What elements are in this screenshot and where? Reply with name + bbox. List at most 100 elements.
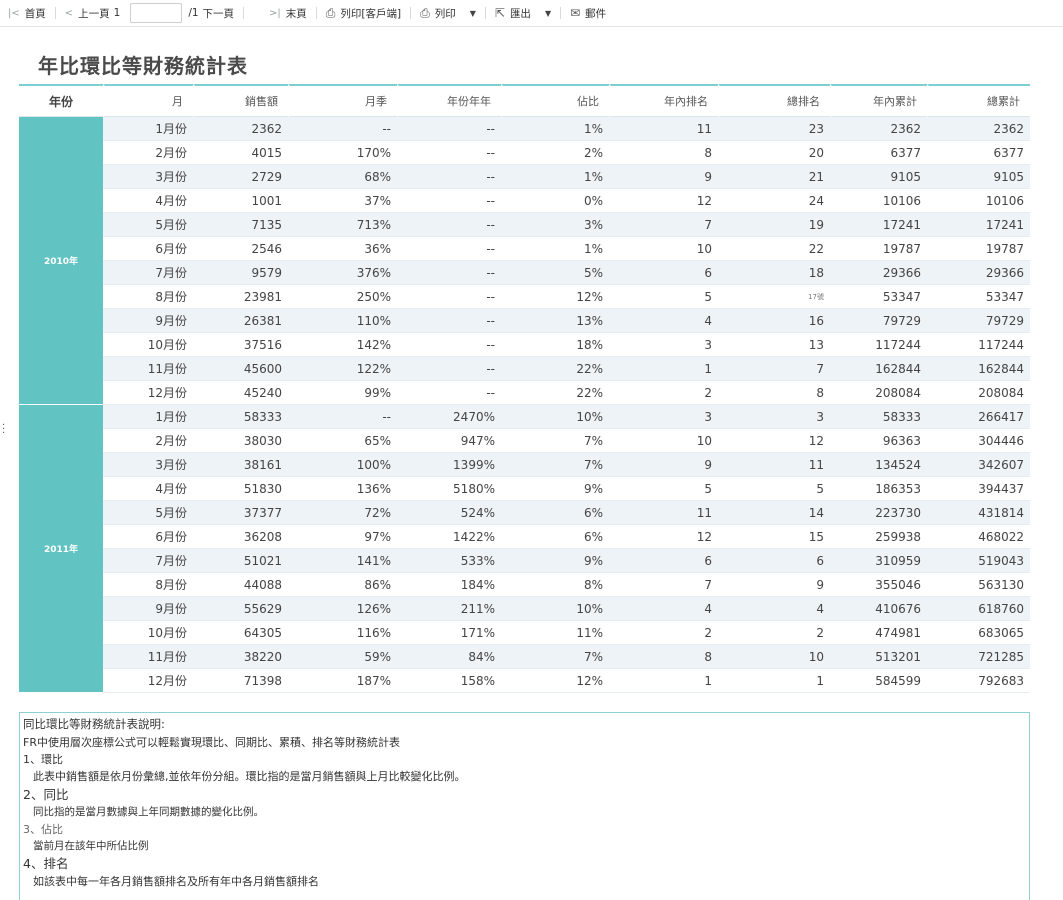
table-row: 8月份 23981 250% -- 12% 5 17號 53347 53347 (19, 285, 1030, 309)
total-rank-cell: 20 (718, 141, 830, 165)
year-rank-cell: 1 (609, 669, 718, 693)
column-header: 總排名 (718, 84, 830, 117)
last-page-label: 末頁 (285, 7, 307, 20)
mail-icon: ✉ (570, 6, 581, 20)
prev-page-button[interactable]: < 上一頁 (65, 0, 110, 27)
table-row: 11月份 38220 59% 84% 7% 8 10 513201 721285 (19, 645, 1030, 669)
year-rank-cell: 11 (609, 117, 718, 141)
sales-cell: 55629 (193, 597, 288, 621)
mom-cell: 68% (288, 165, 397, 189)
table-row: 6月份 2546 36% -- 1% 10 22 19787 19787 (19, 237, 1030, 261)
year-cumulative-cell: 10106 (830, 189, 927, 213)
year-rank-cell: 12 (609, 525, 718, 549)
year-rank-cell: 5 (609, 477, 718, 501)
notes-section-text: 此表中銷售額是依月份彙總,並依年份分組。環比指的是當月銷售額與上月比較變化比例。 (33, 769, 466, 783)
yoy-cell: 524% (397, 501, 501, 525)
total-rank-cell: 16 (718, 309, 830, 333)
total-cumulative-cell: 162844 (927, 357, 1030, 381)
export-button[interactable]: ⇱ 匯出 ▼ (495, 0, 551, 27)
yoy-cell: -- (397, 285, 501, 309)
drag-handle-icon[interactable]: · · · (2, 421, 5, 439)
page-number-input[interactable] (130, 3, 183, 23)
table-row: 2010年 1月份 2362 -- -- 1% 11 23 2362 2362 (19, 117, 1030, 405)
share-cell: 7% (501, 645, 609, 669)
report-table: 年份 月 銷售額 月季 年份年年 佔比 年內排名 總排名 年內累計 總累計 20… (19, 84, 1030, 693)
first-page-icon: |< (8, 7, 20, 19)
yoy-cell: -- (397, 165, 501, 189)
share-cell: 5% (501, 261, 609, 285)
share-cell: 22% (501, 357, 609, 381)
caret-down-icon[interactable]: ▼ (545, 9, 551, 18)
toolbar-divider (54, 7, 56, 19)
total-rank-cell: 4 (718, 597, 830, 621)
share-cell: 12% (501, 285, 609, 309)
first-page-button[interactable]: |< 首頁 (8, 0, 46, 27)
notes-title: 同比環比等財務統計表說明: (23, 717, 165, 731)
report-notes: 同比環比等財務統計表說明: FR中使用層次座標公式可以輕鬆實現環比、同期比、累積… (19, 712, 1030, 900)
total-rank-cell: 5 (718, 477, 830, 501)
print-client-label: 列印[客戶端] (340, 7, 402, 20)
sales-cell: 44088 (193, 573, 288, 597)
mom-cell: 72% (288, 501, 397, 525)
table-row: 6月份 36208 97% 1422% 6% 12 15 259938 468022 (19, 525, 1030, 549)
toolbar-divider (315, 7, 317, 19)
total-rank-cell: 21 (718, 165, 830, 189)
year-rank-cell: 10 (609, 429, 718, 453)
mom-cell: 187% (288, 669, 397, 693)
column-header: 佔比 (501, 84, 609, 117)
month-cell: 7月份 (103, 549, 193, 573)
total-cumulative-cell: 9105 (927, 165, 1030, 189)
share-cell: 7% (501, 429, 609, 453)
year-rank-cell: 6 (609, 549, 718, 573)
mom-cell: 59% (288, 645, 397, 669)
year-rank-cell: 8 (609, 645, 718, 669)
month-cell: 12月份 (103, 669, 193, 693)
month-cell: 4月份 (103, 189, 193, 213)
sales-cell: 23981 (193, 285, 288, 309)
next-page-button[interactable]: 下一頁 (203, 0, 235, 27)
share-cell: 9% (501, 549, 609, 573)
mom-cell: 99% (288, 381, 397, 405)
sales-cell: 58333 (193, 405, 288, 429)
mail-button[interactable]: ✉ 郵件 (570, 0, 606, 27)
month-cell: 11月份 (103, 645, 193, 669)
year-cumulative-cell: 208084 (830, 381, 927, 405)
year-cumulative-cell: 29366 (830, 261, 927, 285)
year-cumulative-cell: 9105 (830, 165, 927, 189)
mom-cell: 97% (288, 525, 397, 549)
share-cell: 0% (501, 189, 609, 213)
total-rank-cell: 18 (718, 261, 830, 285)
yoy-cell: -- (397, 381, 501, 405)
last-page-button[interactable]: >| 末頁 (269, 0, 307, 27)
total-cumulative-cell: 468022 (927, 525, 1030, 549)
sales-cell: 45240 (193, 381, 288, 405)
year-rank-cell: 2 (609, 621, 718, 645)
print-button[interactable]: ⎙ 列印 ▼ (420, 0, 476, 27)
table-header-row: 年份 月 銷售額 月季 年份年年 佔比 年內排名 總排名 年內累計 總累計 (19, 84, 1030, 117)
total-cumulative-cell: 394437 (927, 477, 1030, 501)
mom-cell: 141% (288, 549, 397, 573)
yoy-cell: -- (397, 117, 501, 141)
column-header: 銷售額 (193, 84, 288, 117)
year-cumulative-cell: 186353 (830, 477, 927, 501)
year-cumulative-cell: 223730 (830, 501, 927, 525)
caret-down-icon[interactable]: ▼ (470, 9, 476, 18)
year-cumulative-cell: 259938 (830, 525, 927, 549)
total-cumulative-cell: 6377 (927, 141, 1030, 165)
share-cell: 1% (501, 165, 609, 189)
print-client-button[interactable]: ⎙ 列印[客戶端] (326, 0, 401, 27)
total-cumulative-cell: 53347 (927, 285, 1030, 309)
mom-cell: 122% (288, 357, 397, 381)
toolbar-divider (560, 7, 562, 19)
total-cumulative-cell: 2362 (927, 117, 1030, 141)
mom-cell: 170% (288, 141, 397, 165)
toolbar-divider (410, 7, 412, 19)
table-row: 8月份 44088 86% 184% 8% 7 9 355046 563130 (19, 573, 1030, 597)
year-rank-cell: 7 (609, 213, 718, 237)
year-cumulative-cell: 19787 (830, 237, 927, 261)
total-cumulative-cell: 117244 (927, 333, 1030, 357)
page-total: /1 (188, 0, 198, 27)
report-title: 年比環比等財務統計表 (38, 53, 248, 78)
yoy-cell: -- (397, 237, 501, 261)
table-row: 9月份 55629 126% 211% 10% 4 4 410676 618760 (19, 597, 1030, 621)
